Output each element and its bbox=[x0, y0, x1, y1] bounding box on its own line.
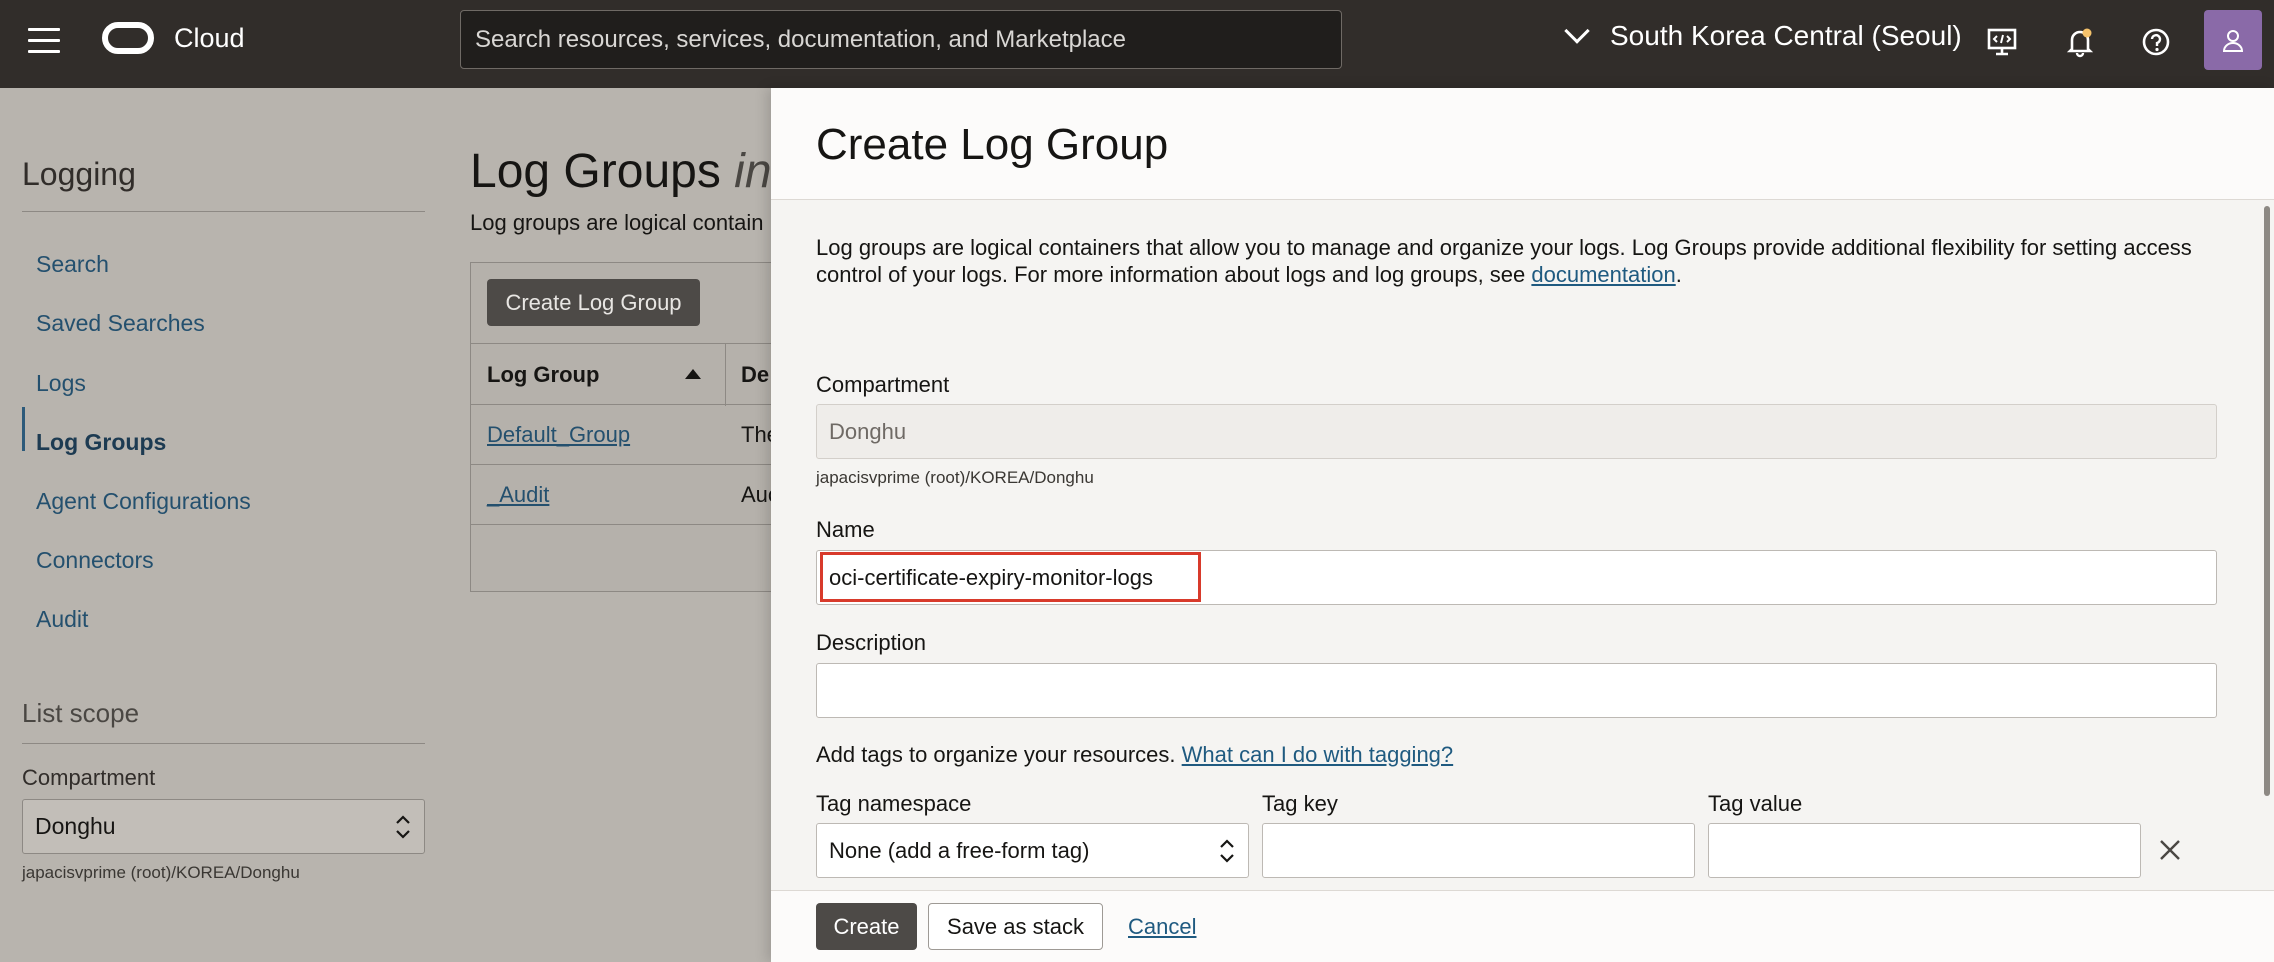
tag-namespace-select[interactable]: None (add a free-form tag) bbox=[816, 823, 1249, 878]
profile-avatar[interactable] bbox=[2204, 10, 2262, 70]
description-field-label: Description bbox=[816, 630, 927, 655]
chevron-down-icon bbox=[1564, 18, 1590, 44]
table-header: Log Group De bbox=[471, 343, 791, 406]
name-input-highlight bbox=[820, 552, 1201, 602]
panel-header: Create Log Group bbox=[771, 88, 2274, 200]
scope-divider bbox=[22, 743, 425, 744]
log-group-link[interactable]: _Audit bbox=[487, 482, 549, 508]
documentation-link[interactable]: documentation bbox=[1531, 262, 1675, 287]
active-indicator bbox=[22, 407, 25, 451]
compartment-select[interactable]: Donghu bbox=[22, 799, 425, 854]
tag-value-input[interactable] bbox=[1708, 823, 2141, 878]
tag-namespace-label: Tag namespace bbox=[816, 791, 972, 816]
brand-logo[interactable]: Cloud bbox=[102, 22, 245, 54]
sidebar-item-audit[interactable]: Audit bbox=[36, 606, 88, 633]
nav-title: Logging bbox=[22, 156, 136, 192]
oracle-logo-icon bbox=[102, 22, 154, 54]
tag-key-input[interactable] bbox=[1262, 823, 1695, 878]
cloud-shell-icon[interactable] bbox=[1982, 22, 2022, 62]
profile-icon bbox=[2222, 30, 2244, 52]
create-log-group-panel: Create Log Group Log groups are logical … bbox=[771, 88, 2274, 962]
page-title-scope: in bbox=[734, 145, 772, 198]
sidebar-item-connectors[interactable]: Connectors bbox=[36, 547, 154, 574]
search-input[interactable]: Search resources, services, documentatio… bbox=[460, 10, 1342, 69]
cancel-link[interactable]: Cancel bbox=[1128, 914, 1196, 940]
tag-value-label: Tag value bbox=[1708, 791, 1803, 816]
sidebar-item-log-groups[interactable]: Log Groups bbox=[36, 429, 166, 456]
list-scope-title: List scope bbox=[22, 698, 140, 728]
log-group-link[interactable]: Default_Group bbox=[487, 422, 630, 448]
nav-divider bbox=[22, 211, 425, 212]
panel-intro: Log groups are logical containers that a… bbox=[816, 235, 2192, 287]
top-bar: Cloud Search resources, services, docume… bbox=[0, 0, 2274, 88]
description-input[interactable] bbox=[816, 663, 2217, 718]
save-as-stack-button[interactable]: Save as stack bbox=[928, 903, 1103, 950]
sidebar-item-search[interactable]: Search bbox=[36, 251, 109, 278]
table-row: Default_Group The bbox=[471, 405, 791, 465]
create-log-group-button[interactable]: Create Log Group bbox=[487, 279, 700, 326]
region-selector[interactable]: South Korea Central (Seoul) bbox=[1564, 18, 1962, 52]
bell-icon[interactable] bbox=[2060, 22, 2100, 62]
compartment-field: Donghu bbox=[816, 404, 2217, 459]
sidebar-item-agent-configurations[interactable]: Agent Configurations bbox=[36, 488, 251, 515]
tagging-help-link[interactable]: What can I do with tagging? bbox=[1182, 742, 1454, 767]
sort-ascending-icon[interactable] bbox=[685, 369, 701, 379]
select-arrows-icon bbox=[1220, 838, 1234, 863]
log-groups-table-panel: Create Log Group Log Group De Default_Gr… bbox=[470, 262, 791, 592]
remove-tag-icon[interactable] bbox=[2153, 833, 2187, 867]
table-row: _Audit Auc bbox=[471, 465, 791, 525]
page-title: Log Groups in bbox=[470, 145, 772, 198]
compartment-label: Compartment bbox=[22, 765, 156, 790]
tag-key-label: Tag key bbox=[1262, 791, 1338, 816]
panel-footer: Create Save as stack Cancel bbox=[771, 890, 2274, 962]
compartment-path: japacisvprime (root)/KOREA/Donghu bbox=[22, 863, 300, 882]
sidebar-item-saved-searches[interactable]: Saved Searches bbox=[36, 310, 205, 337]
help-icon[interactable] bbox=[2136, 22, 2176, 62]
column-header-log-group[interactable]: Log Group bbox=[487, 362, 599, 388]
panel-scrollbar[interactable] bbox=[2264, 206, 2270, 796]
select-arrows-icon bbox=[396, 814, 410, 839]
column-header-description[interactable]: De bbox=[741, 362, 769, 388]
column-divider bbox=[725, 344, 726, 406]
compartment-field-path: japacisvprime (root)/KOREA/Donghu bbox=[816, 468, 1094, 487]
tags-intro: Add tags to organize your resources. Wha… bbox=[816, 742, 1454, 767]
menu-icon[interactable] bbox=[28, 28, 60, 56]
panel-title: Create Log Group bbox=[816, 120, 1169, 169]
page-description: Log groups are logical contain bbox=[470, 210, 764, 235]
left-navigation: Logging Search Saved Searches Logs Log G… bbox=[0, 88, 450, 962]
create-button[interactable]: Create bbox=[816, 903, 917, 950]
tag-namespace-value: None (add a free-form tag) bbox=[829, 837, 1090, 863]
sidebar-item-logs[interactable]: Logs bbox=[36, 370, 86, 397]
compartment-value: Donghu bbox=[35, 813, 116, 839]
name-field-label: Name bbox=[816, 517, 875, 542]
compartment-field-label: Compartment bbox=[816, 372, 950, 397]
brand-text: Cloud bbox=[174, 22, 245, 53]
region-label: South Korea Central (Seoul) bbox=[1610, 20, 1962, 51]
